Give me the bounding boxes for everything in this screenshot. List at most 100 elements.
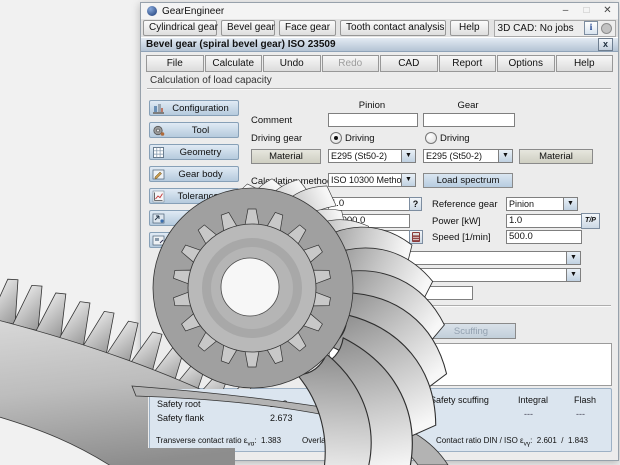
load-spectrum-button[interactable]: Load spectrum bbox=[423, 173, 513, 188]
chevron-down-icon[interactable]: ▼ bbox=[401, 150, 415, 162]
power-input[interactable]: 1.0 bbox=[506, 214, 582, 228]
reference-gear-label: Reference gear bbox=[432, 199, 497, 210]
driving-gear-radio-label[interactable]: Driving bbox=[440, 133, 470, 144]
reference-gear-dropdown[interactable]: Pinion ▼ bbox=[506, 197, 578, 211]
speed-label: Speed [1/min] bbox=[432, 232, 491, 243]
close-button[interactable]: ✕ bbox=[597, 4, 618, 18]
help-icon[interactable]: ? bbox=[409, 197, 422, 211]
section-divider bbox=[147, 88, 611, 90]
temperature-input[interactable]: 70.0 bbox=[341, 286, 473, 300]
window-title: GearEngineer bbox=[162, 6, 224, 17]
frame-close-button[interactable]: x bbox=[598, 38, 613, 51]
maximize-button[interactable]: □ bbox=[576, 4, 597, 18]
driving-pinion-radio[interactable] bbox=[330, 132, 342, 144]
tab-help[interactable]: Help bbox=[450, 20, 488, 36]
file-button[interactable]: File bbox=[146, 55, 204, 72]
material-gear-value: E295 (St50-2) bbox=[424, 150, 498, 162]
sidebar-item-label: M bbox=[167, 213, 234, 224]
material-gear-button[interactable]: Material bbox=[519, 149, 593, 164]
torque-power-toggle-button[interactable]: T/P bbox=[581, 213, 600, 229]
tolerances-icon bbox=[152, 190, 165, 203]
power-label: Power [kW] bbox=[432, 216, 481, 227]
sidebar-item-label: Configuration bbox=[167, 103, 234, 114]
gear-body-icon bbox=[152, 168, 165, 181]
material-pinion-value: E295 (St50-2) bbox=[329, 150, 401, 162]
chevron-down-icon[interactable]: ▼ bbox=[498, 150, 512, 162]
calculation-method-label: Calculation method bbox=[251, 176, 332, 187]
measurement-icon bbox=[152, 212, 165, 225]
sidebar-item-label: Tool bbox=[167, 125, 234, 136]
torque-input[interactable] bbox=[328, 230, 410, 244]
pinion-column-header: Pinion bbox=[328, 100, 416, 111]
gearengineer-window: GearEngineer – □ ✕ Cylindrical gear Beve… bbox=[140, 2, 619, 461]
tooth-root-flank-button[interactable]: Tooth root / flank bbox=[328, 323, 421, 339]
sidebar-item-tool[interactable]: Tool bbox=[149, 122, 239, 138]
calculate-button[interactable]: Calculate bbox=[205, 55, 263, 72]
help-button[interactable]: Help bbox=[556, 55, 614, 72]
temperature-label: Temperature bbox=[253, 288, 306, 299]
sidebar-item-gear-body[interactable]: Gear body bbox=[149, 166, 239, 182]
reference-gear-value: Pinion bbox=[507, 198, 563, 210]
comment-pinion-input[interactable] bbox=[328, 113, 418, 127]
redo-button: Redo bbox=[322, 55, 380, 72]
driving-gear-radio[interactable] bbox=[425, 132, 437, 144]
title-bar: GearEngineer – □ ✕ bbox=[141, 3, 618, 20]
integral-column-header: Integral bbox=[518, 395, 548, 405]
safety-root-label: Safety root bbox=[157, 399, 201, 409]
calculation-method-dropdown[interactable]: ISO 10300 Method B1 ▼ bbox=[328, 173, 416, 187]
chevron-down-icon[interactable]: ▼ bbox=[566, 269, 580, 281]
configuration-icon bbox=[152, 102, 165, 115]
status-led-icon bbox=[601, 23, 612, 34]
sidebar-item-geometry[interactable]: Geometry bbox=[149, 144, 239, 160]
comment-gear-input[interactable] bbox=[423, 113, 515, 127]
app-icon bbox=[147, 6, 157, 16]
lubricant-dropdown[interactable]: Standard ISO VG 220 ▼ bbox=[256, 268, 581, 282]
extended-options-title: Extended input options bbox=[328, 311, 425, 322]
form-divider bbox=[249, 305, 611, 307]
options-button[interactable]: Options bbox=[497, 55, 555, 72]
detail-icon bbox=[152, 234, 165, 247]
sidebar-item-label: Tolerances bbox=[167, 191, 234, 202]
tab-face-gear[interactable]: Face gear bbox=[279, 20, 336, 36]
minimize-button[interactable]: – bbox=[555, 4, 576, 18]
material-pinion-button[interactable]: Material bbox=[251, 149, 321, 164]
driving-pinion-radio-label[interactable]: Driving bbox=[345, 133, 375, 144]
speed-input[interactable]: 500.0 bbox=[506, 230, 582, 244]
flash-column-header: Flash bbox=[574, 395, 596, 405]
lubricant-value: Standard ISO VG 220 bbox=[257, 269, 566, 281]
sidebar-item-label: Gear body bbox=[167, 169, 234, 180]
tab-bevel-gear[interactable]: Bevel gear bbox=[221, 20, 275, 36]
module-tab-row: Cylindrical gear Bevel gear Face gear To… bbox=[141, 19, 618, 38]
lubrication-type-value: Splash lubrication bbox=[257, 252, 566, 264]
sidebar-item-tolerances[interactable]: Tolerances bbox=[149, 188, 239, 204]
chevron-down-icon[interactable]: ▼ bbox=[566, 252, 580, 264]
tool-icon bbox=[152, 124, 165, 137]
cad-status-box: 3D CAD: No jobs i bbox=[494, 20, 616, 37]
comment-label: Comment bbox=[251, 115, 292, 126]
required-life-input[interactable]: 20000.0 bbox=[328, 214, 410, 228]
sidebar-item-configuration[interactable]: Configuration bbox=[149, 100, 239, 116]
material-gear-dropdown[interactable]: E295 (St50-2) ▼ bbox=[423, 149, 513, 163]
sidebar-item-measurement[interactable]: M bbox=[149, 210, 239, 226]
tab-cylindrical-gear[interactable]: Cylindrical gear bbox=[143, 20, 217, 36]
calculator-button[interactable] bbox=[409, 230, 423, 244]
din-iso-contact-ratio: Contact ratio DIN / ISO εvγ: 2.601 / 1.8… bbox=[436, 436, 588, 448]
sidebar-item-detail[interactable] bbox=[149, 232, 239, 248]
section-title: Calculation of load capacity bbox=[150, 75, 272, 86]
tab-tooth-contact-analysis[interactable]: Tooth contact analysis bbox=[340, 20, 446, 36]
safety-flank-value: 2.673 bbox=[270, 413, 293, 423]
desktop: GearEngineer – □ ✕ Cylindrical gear Beve… bbox=[0, 0, 620, 465]
cad-status-text: 3D CAD: No jobs bbox=[498, 23, 584, 34]
application-factor-input[interactable]: 1.0 bbox=[328, 197, 410, 211]
cad-button[interactable]: CAD bbox=[380, 55, 438, 72]
chevron-down-icon[interactable]: ▼ bbox=[401, 174, 415, 186]
chevron-down-icon[interactable]: ▼ bbox=[563, 198, 577, 210]
lubrication-type-dropdown[interactable]: Splash lubrication ▼ bbox=[256, 251, 581, 265]
window-controls: – □ ✕ bbox=[555, 4, 618, 18]
material-pinion-dropdown[interactable]: E295 (St50-2) ▼ bbox=[328, 149, 416, 163]
info-icon[interactable]: i bbox=[584, 21, 598, 35]
menu-row: File Calculate Undo Redo CAD Report Opti… bbox=[146, 55, 613, 72]
undo-button[interactable]: Undo bbox=[263, 55, 321, 72]
driving-gear-label: Driving gear bbox=[251, 133, 302, 144]
report-button[interactable]: Report bbox=[439, 55, 497, 72]
